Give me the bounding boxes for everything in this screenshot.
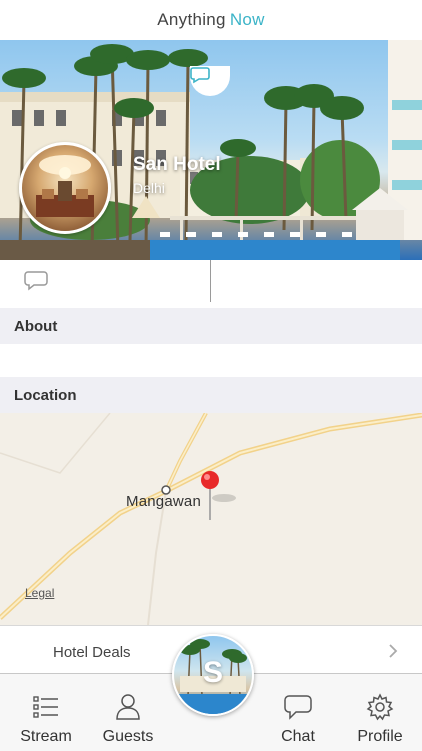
tab-guests-label: Guests <box>102 728 154 745</box>
tab-chat-label: Chat <box>281 728 315 745</box>
chat-bubble-icon <box>24 271 48 296</box>
hotel-deals-label: Hotel Deals <box>53 644 131 661</box>
tab-profile-label: Profile <box>357 728 403 745</box>
tab-guests[interactable]: Guests <box>86 674 170 751</box>
map-place-label: Mangawan <box>126 493 201 510</box>
chevron-right-icon <box>388 643 398 664</box>
location-map[interactable]: Mangawan Legal <box>0 413 422 625</box>
list-icon <box>31 692 61 722</box>
action-bar <box>0 260 422 302</box>
about-section-header: About <box>0 308 422 344</box>
about-title: About <box>14 317 58 335</box>
hotel-cover-image: San Hotel Delhi <box>0 40 422 260</box>
center-hotel-button[interactable]: S <box>172 634 254 716</box>
chat-bubble-icon <box>283 692 313 722</box>
person-icon <box>113 692 143 722</box>
gear-icon <box>365 692 395 722</box>
hotel-city: Delhi <box>133 180 165 196</box>
location-title: Location <box>14 386 77 404</box>
tab-chat[interactable]: Chat <box>256 674 340 751</box>
hotel-name: San Hotel <box>133 154 221 175</box>
brand-name-part2: Now <box>229 10 265 29</box>
message-button[interactable] <box>24 270 48 292</box>
brand-name-part1: Anything <box>157 10 226 29</box>
map-pin-icon <box>200 470 240 527</box>
location-section-header: Location <box>0 377 422 413</box>
center-button-letter: S <box>202 656 223 689</box>
map-legal-link[interactable]: Legal <box>25 586 54 600</box>
app-header: Anything Now <box>0 0 422 40</box>
tab-stream[interactable]: Stream <box>4 674 88 751</box>
tab-stream-label: Stream <box>20 728 72 745</box>
action-divider <box>210 260 211 302</box>
hotel-avatar <box>19 142 111 234</box>
tab-profile[interactable]: Profile <box>338 674 422 751</box>
